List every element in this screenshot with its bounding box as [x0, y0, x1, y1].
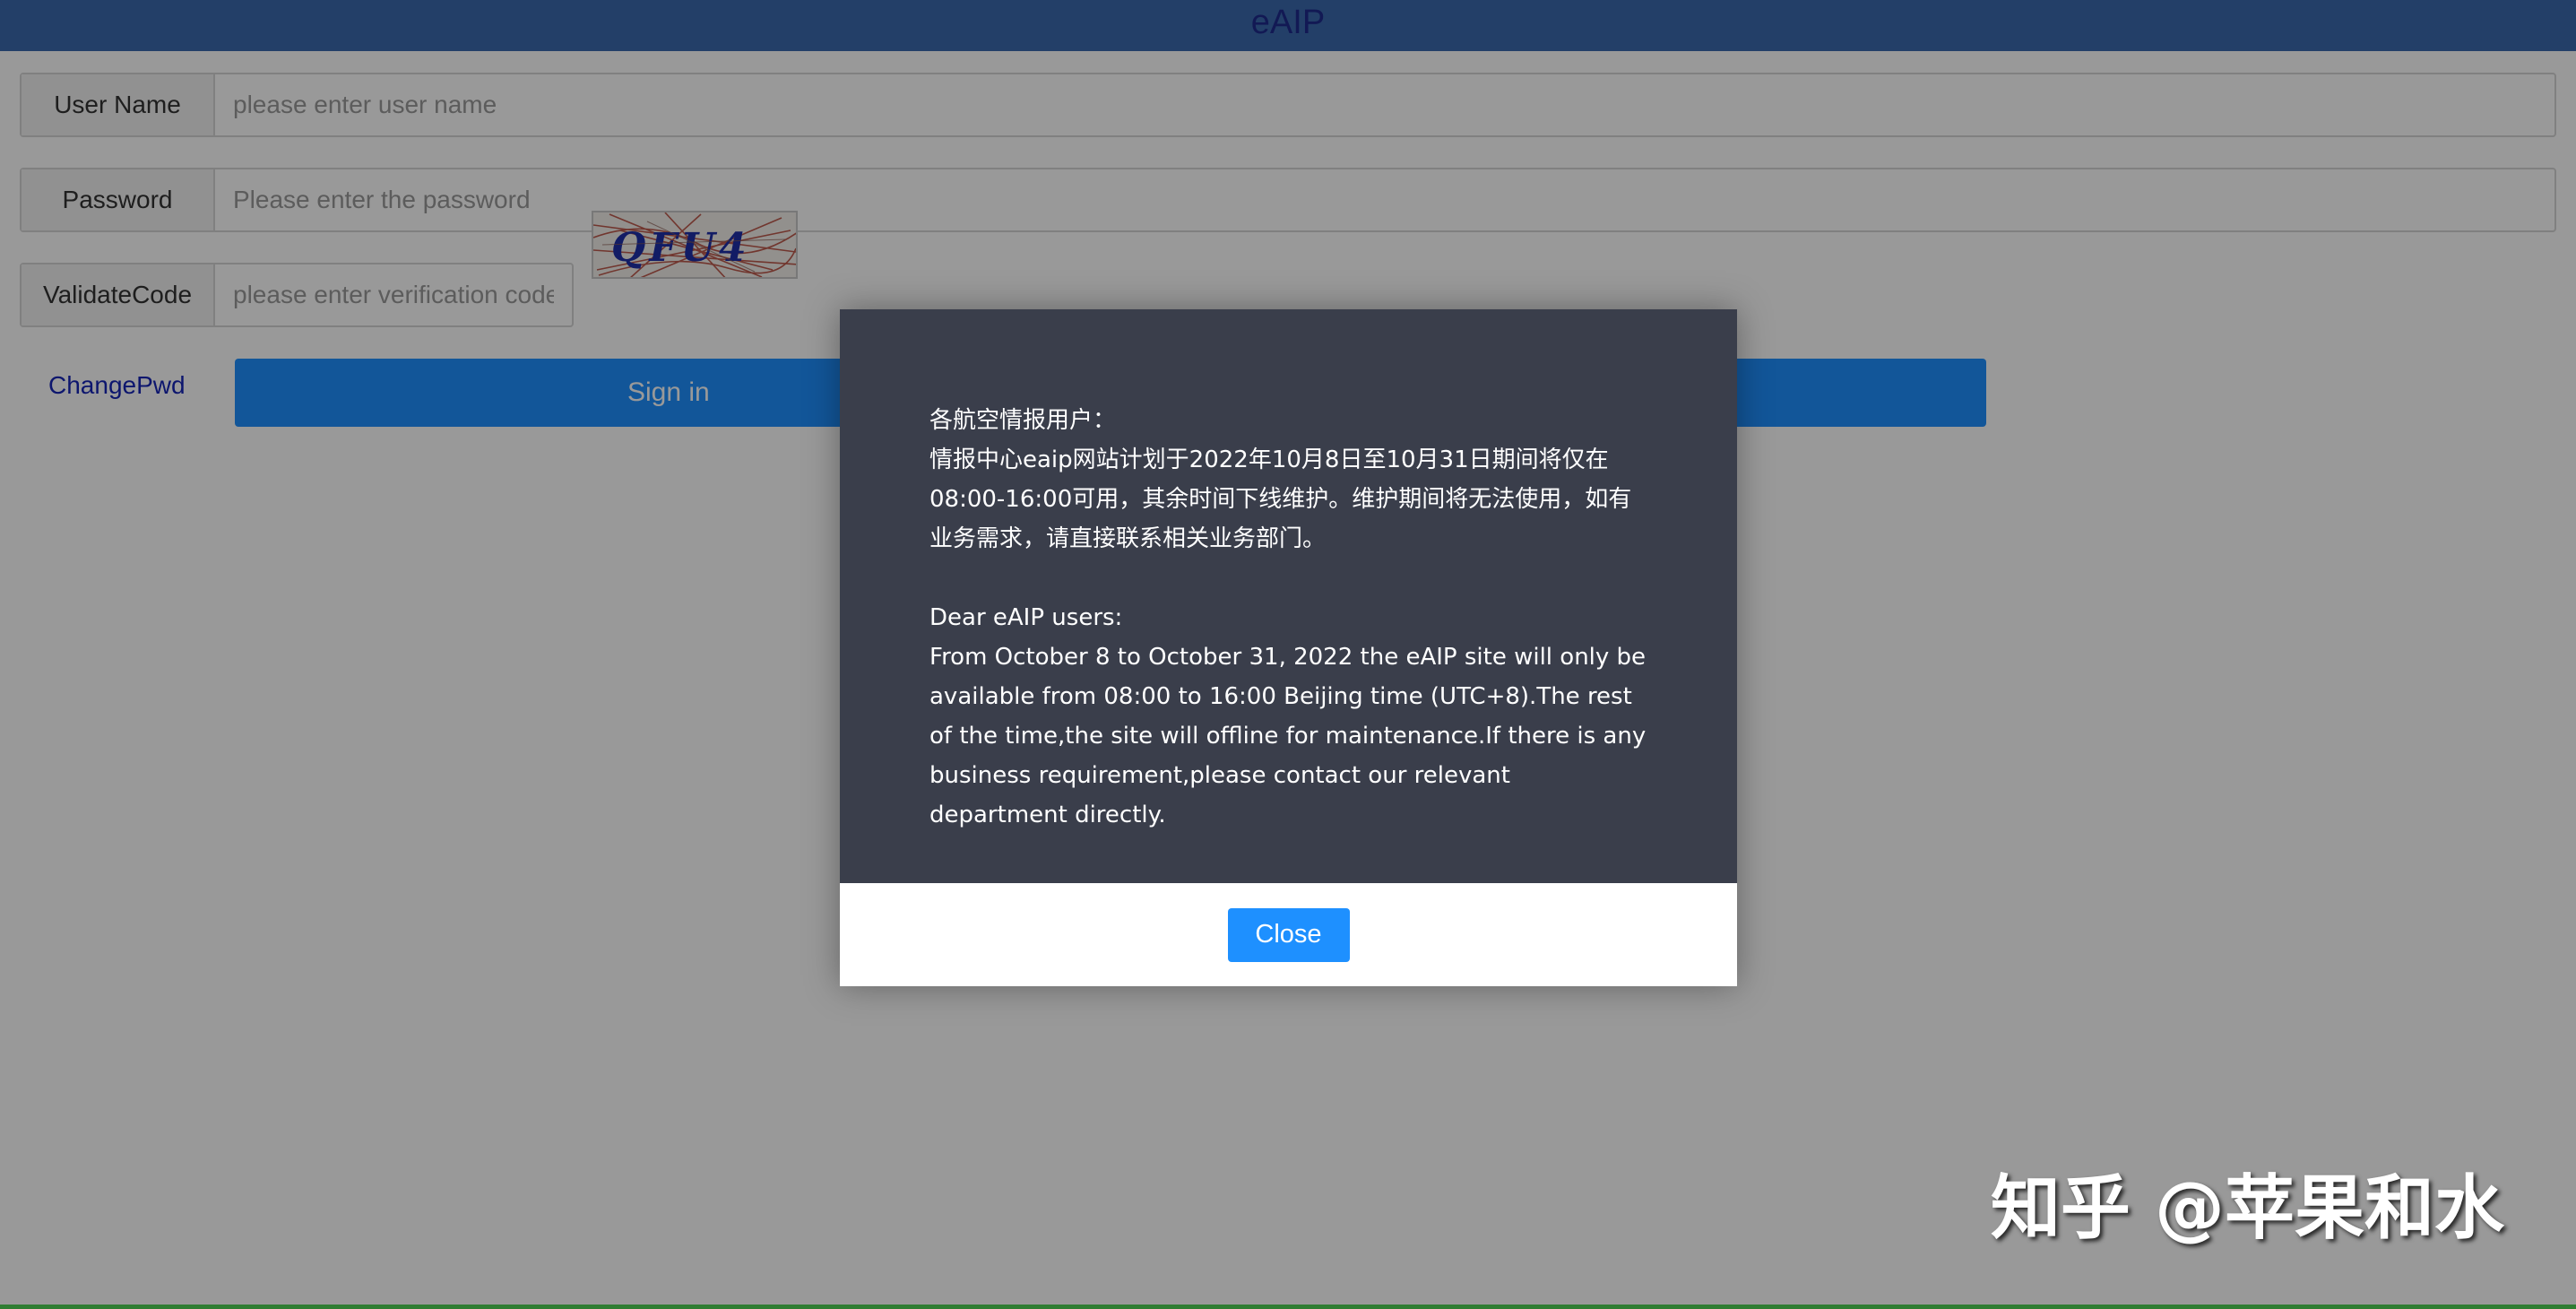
- watermark-text: 知乎 @苹果和水: [1990, 1168, 2504, 1249]
- notice-en-text: From October 8 to October 31, 2022 the e…: [929, 644, 1647, 828]
- notice-spacer: [929, 559, 1647, 598]
- notice-body: 各航空情报用户： 情报中心eaip网站计划于2022年10月8日至10月31日期…: [840, 309, 1737, 883]
- notice-en-greeting: Dear eAIP users:: [929, 604, 1123, 631]
- notice-zh-greeting: 各航空情报用户：: [929, 407, 1117, 434]
- notice-footer: Close: [840, 883, 1737, 986]
- notice-zh-text: 情报中心eaip网站计划于2022年10月8日至10月31日期间将仅在08:00…: [929, 446, 1632, 552]
- bottom-border: [0, 1305, 2576, 1309]
- close-button[interactable]: Close: [1227, 907, 1350, 962]
- notice-dialog: 各航空情报用户： 情报中心eaip网站计划于2022年10月8日至10月31日期…: [840, 309, 1737, 986]
